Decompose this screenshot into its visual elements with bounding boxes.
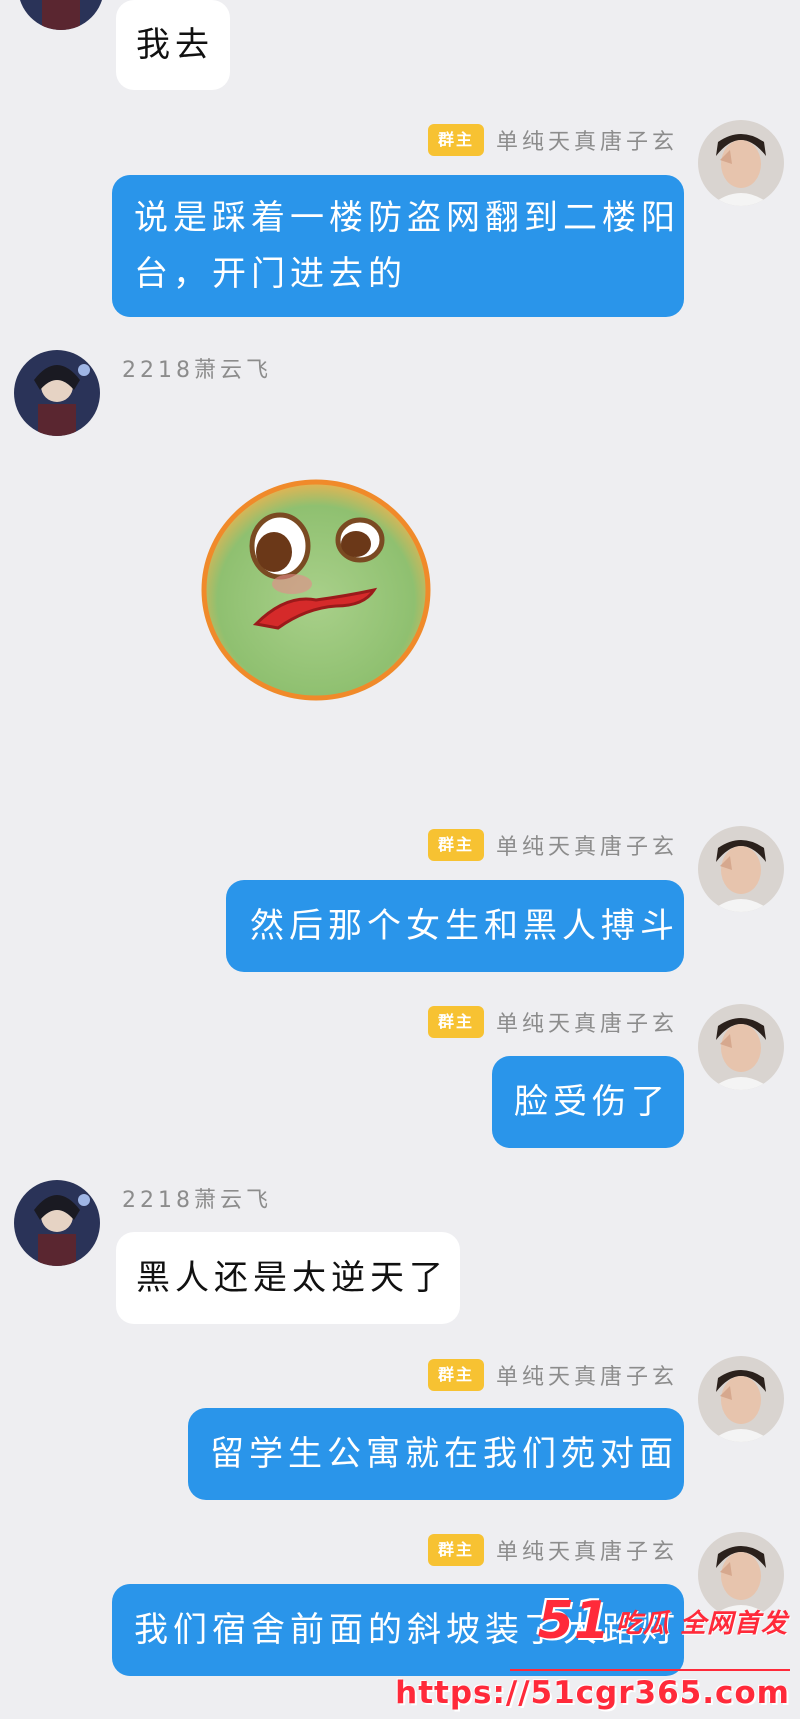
message-text: 脸受伤了 (514, 1082, 670, 1122)
sender-name[interactable]: 2218萧云飞 (122, 352, 272, 384)
message-text-line: 台，开门进去的 (134, 254, 407, 294)
sender-name[interactable]: 单纯天真唐子玄 (496, 829, 678, 861)
sender-name[interactable]: 单纯天真唐子玄 (496, 1006, 678, 1038)
message-bubble-outgoing[interactable]: 留学生公寓就在我们苑对面 (188, 1408, 684, 1500)
avatar-tangzixuan[interactable] (698, 1356, 784, 1442)
avatar-xiaoyunfei[interactable] (14, 1180, 100, 1266)
avatar-xiaoyunfei[interactable] (14, 350, 100, 436)
avatar-xiaoyunfei[interactable] (18, 0, 104, 30)
watermark: 51 吃瓜 全网首发 https://51cgr365.com (395, 1569, 800, 1719)
message-text: 黑人还是太逆天了 (136, 1258, 448, 1298)
watermark-logo-number: 51 (537, 1591, 610, 1651)
watermark-url: https://51cgr365.com (395, 1675, 790, 1711)
watermark-logo: 51 吃瓜 全网首发 (538, 1591, 788, 1651)
message-bubble-incoming[interactable]: 我去 (116, 0, 230, 90)
sender-name[interactable]: 单纯天真唐子玄 (496, 1534, 678, 1566)
message-text: 我去 (136, 25, 214, 65)
owner-badge: 群主 (427, 124, 484, 156)
message-bubble-incoming[interactable]: 黑人还是太逆天了 (116, 1232, 460, 1324)
avatar-tangzixuan[interactable] (698, 120, 784, 206)
watermark-divider (510, 1669, 790, 1671)
watermark-logo-text: 吃瓜 全网首发 (615, 1608, 788, 1639)
message-text-line: 说是踩着一楼防盗网翻到二楼阳 (134, 198, 680, 238)
message-text: 然后那个女生和黑人搏斗 (250, 906, 679, 946)
message-bubble-outgoing[interactable]: 脸受伤了 (492, 1056, 684, 1148)
owner-badge: 群主 (427, 1359, 484, 1391)
avatar-tangzixuan[interactable] (698, 1004, 784, 1090)
message-text: 留学生公寓就在我们苑对面 (210, 1434, 678, 1474)
message-meta: 群主 单纯天真唐子玄 (427, 1004, 678, 1040)
sender-name[interactable]: 单纯天真唐子玄 (496, 124, 678, 156)
owner-badge: 群主 (427, 829, 484, 861)
green-face-sticker[interactable] (196, 472, 436, 704)
message-bubble-outgoing[interactable]: 说是踩着一楼防盗网翻到二楼阳 台，开门进去的 (112, 175, 684, 317)
owner-badge: 群主 (427, 1006, 484, 1038)
message-meta: 群主 单纯天真唐子玄 (427, 1357, 678, 1393)
message-meta: 群主 单纯天真唐子玄 (427, 122, 678, 158)
owner-badge: 群主 (427, 1534, 484, 1566)
avatar-tangzixuan[interactable] (698, 826, 784, 912)
message-meta: 群主 单纯天真唐子玄 (427, 1532, 678, 1568)
sender-name[interactable]: 2218萧云飞 (122, 1182, 272, 1214)
message-meta: 群主 单纯天真唐子玄 (427, 827, 678, 863)
sender-name[interactable]: 单纯天真唐子玄 (496, 1359, 678, 1391)
message-bubble-outgoing[interactable]: 然后那个女生和黑人搏斗 (226, 880, 684, 972)
